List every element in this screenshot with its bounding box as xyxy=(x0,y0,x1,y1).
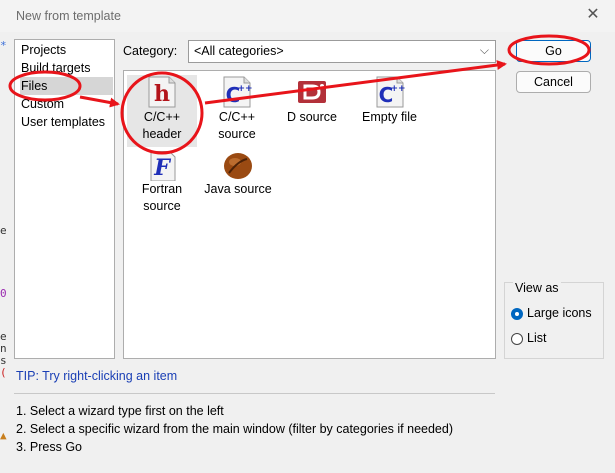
category-label: Category: xyxy=(123,44,178,58)
svg-text:++: ++ xyxy=(237,84,252,94)
template-java-source[interactable]: Java source xyxy=(202,151,274,201)
radio-unchecked-icon xyxy=(511,333,523,345)
template-empty-file[interactable]: C ++ Empty file xyxy=(352,75,427,131)
background-fragment: ( xyxy=(0,366,7,379)
view-as-large-icons-radio[interactable]: Large icons xyxy=(511,305,601,323)
background-fragment: s xyxy=(0,354,7,367)
title-bar: New from template ✕ xyxy=(0,0,615,32)
instruction-line: 3. Press Go xyxy=(16,440,82,454)
template-d-source[interactable]: D source xyxy=(277,75,347,131)
warning-icon: ▲ xyxy=(0,429,7,442)
background-fragment: e xyxy=(0,330,7,343)
wizard-type-user-templates[interactable]: User templates xyxy=(20,113,113,131)
radio-label: List xyxy=(527,331,547,345)
wizard-type-custom[interactable]: Custom xyxy=(20,95,113,113)
background-fragment: 0 xyxy=(0,287,7,300)
category-select[interactable]: <All categories> ⌵ xyxy=(188,40,496,63)
view-as-list-radio[interactable]: List xyxy=(511,330,601,348)
chevron-down-icon: ⌵ xyxy=(479,43,489,57)
svg-text:F: F xyxy=(153,155,171,181)
c-cpp-source-icon: C ++ xyxy=(223,76,253,108)
template-label: C/C++ xyxy=(143,110,181,124)
template-label: C/C++ xyxy=(218,110,256,124)
empty-file-icon: C ++ xyxy=(376,76,405,108)
template-fortran-source[interactable]: F Fortran source xyxy=(127,151,197,217)
template-label: source xyxy=(143,199,181,213)
wizard-type-list[interactable]: Projects Build targets Files Custom User… xyxy=(14,39,115,359)
radio-checked-icon xyxy=(511,308,523,320)
svg-text:++: ++ xyxy=(390,84,405,94)
window-title: New from template xyxy=(16,9,121,23)
template-c-cpp-source[interactable]: C ++ C/C++ source xyxy=(202,75,272,147)
go-button[interactable]: Go xyxy=(516,40,591,62)
template-label: header xyxy=(142,127,182,141)
template-c-cpp-header[interactable]: h C/C++ header xyxy=(127,75,197,147)
d-source-icon xyxy=(298,81,326,103)
template-label: source xyxy=(218,127,256,141)
radio-label: Large icons xyxy=(527,306,592,320)
view-as-group: View as Large icons List xyxy=(504,281,604,359)
background-fragment: e xyxy=(0,224,7,237)
close-icon[interactable]: ✕ xyxy=(583,5,603,25)
wizard-type-projects[interactable]: Projects xyxy=(20,41,113,59)
instruction-line: 2. Select a specific wizard from the mai… xyxy=(16,422,453,436)
tip-text: TIP: Try right-clicking an item xyxy=(16,369,178,383)
template-label: Java source xyxy=(204,182,272,196)
divider xyxy=(14,393,495,394)
template-label: D source xyxy=(286,110,338,124)
background-fragment: n xyxy=(0,342,7,355)
category-select-value: <All categories> xyxy=(194,44,284,58)
c-cpp-header-icon: h xyxy=(148,76,176,108)
template-grid[interactable]: h C/C++ header C ++ C/C++ source D sourc… xyxy=(123,70,496,359)
template-label: Empty file xyxy=(362,110,417,124)
java-source-icon xyxy=(224,153,252,179)
instruction-line: 1. Select a wizard type first on the lef… xyxy=(16,404,224,418)
template-label: Fortran xyxy=(141,182,183,196)
wizard-type-files[interactable]: Files xyxy=(20,77,113,95)
fortran-source-icon: F xyxy=(150,151,176,181)
wizard-type-build-targets[interactable]: Build targets xyxy=(20,59,113,77)
view-as-legend: View as xyxy=(513,281,561,295)
background-fragment: * xyxy=(0,39,7,52)
cancel-button[interactable]: Cancel xyxy=(516,71,591,93)
svg-text:h: h xyxy=(154,81,170,107)
